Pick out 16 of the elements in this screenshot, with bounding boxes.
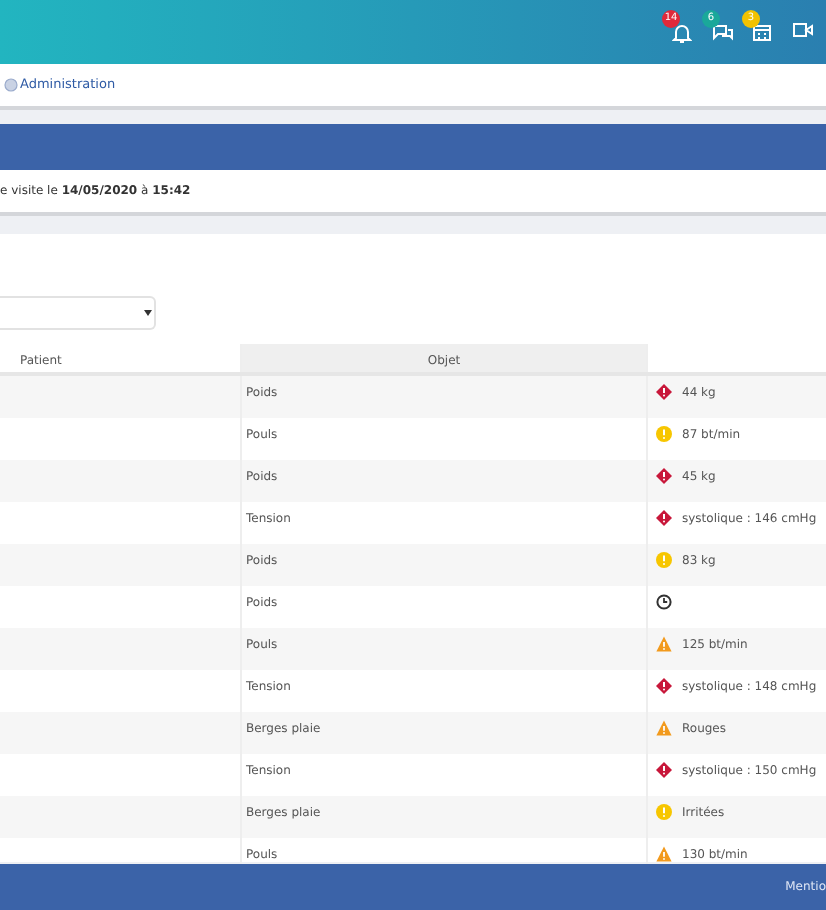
critical-icon <box>656 678 672 694</box>
video-camera-icon[interactable] <box>792 22 814 38</box>
warning-icon <box>656 804 672 820</box>
clock-icon <box>656 594 672 610</box>
warning-icon <box>656 552 672 568</box>
caret-icon[interactable] <box>143 310 151 316</box>
critical-icon <box>656 762 672 778</box>
calendar-icon[interactable] <box>752 22 772 42</box>
alert-triangle-icon <box>656 636 672 652</box>
critical-icon <box>656 468 672 484</box>
critical-icon <box>656 384 672 400</box>
warning-icon <box>656 426 672 442</box>
chat-icon[interactable] <box>712 22 734 42</box>
bell-icon[interactable] <box>672 22 692 44</box>
critical-icon <box>656 510 672 526</box>
alert-triangle-icon <box>656 720 672 736</box>
